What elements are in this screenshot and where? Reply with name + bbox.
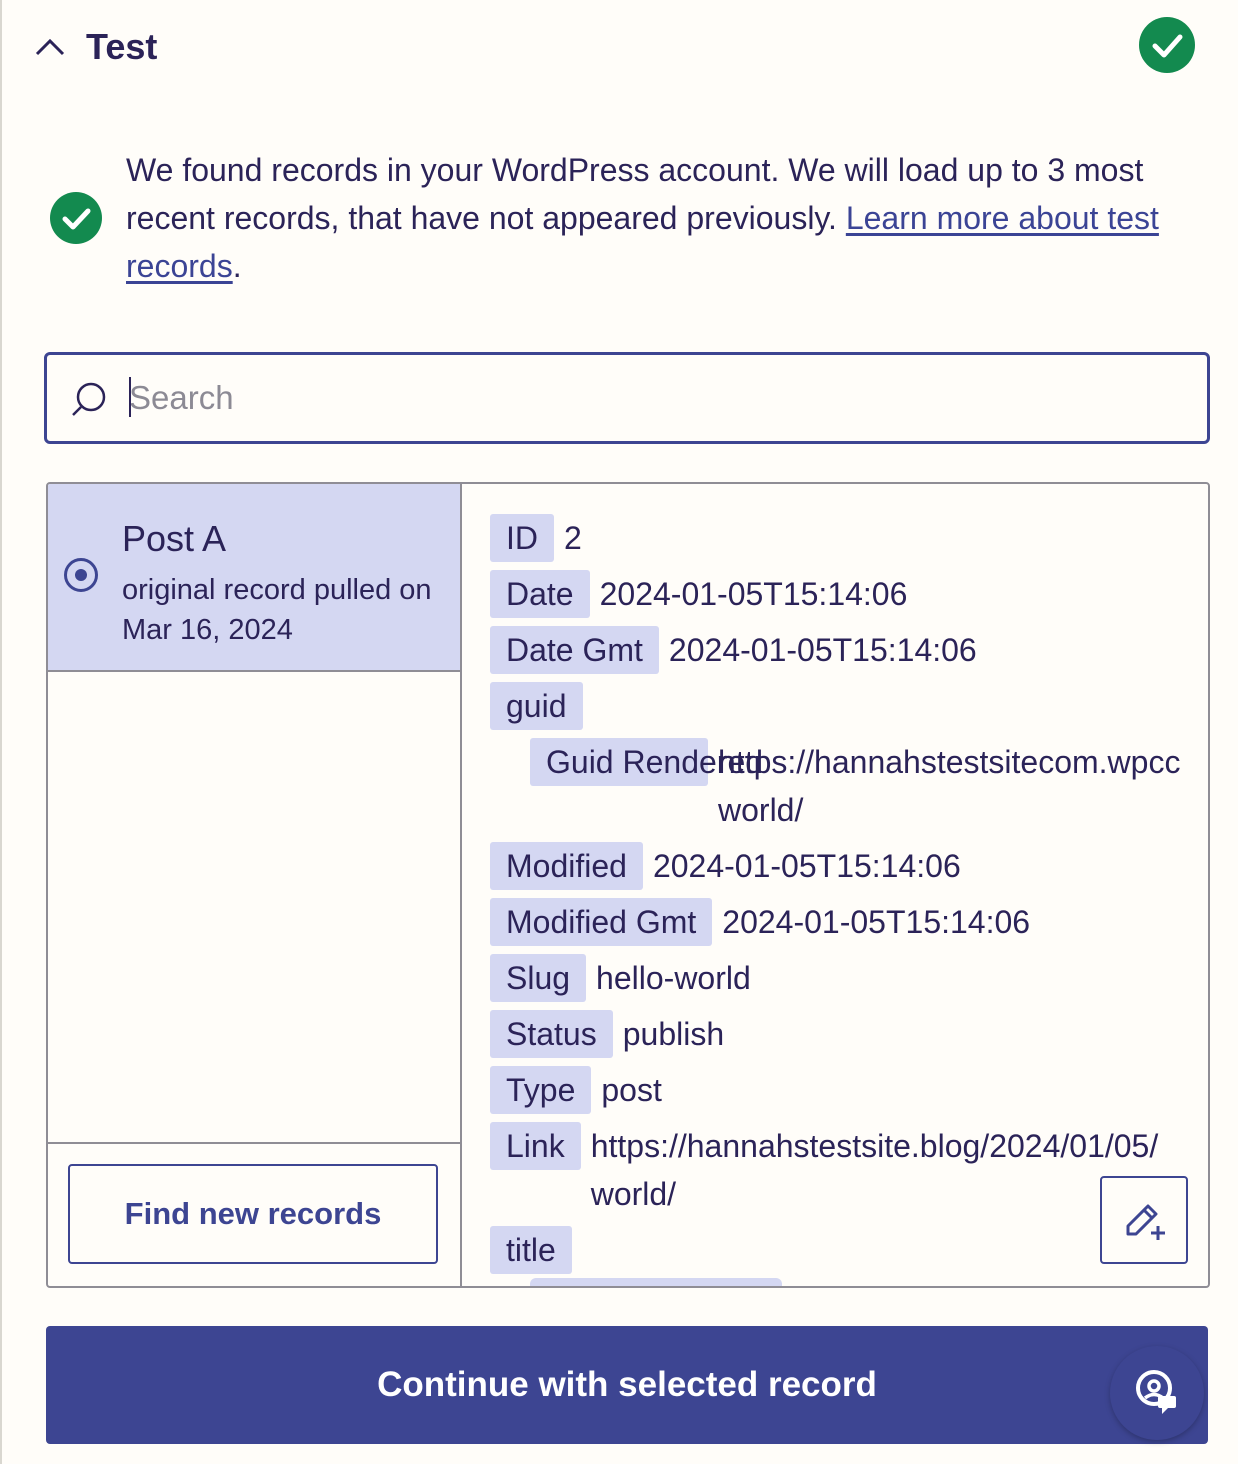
field-value-line: world/ [718,792,804,828]
search-box[interactable] [44,352,1210,444]
edit-button[interactable] [1100,1176,1188,1264]
field-row: Slug hello-world [490,954,751,1002]
field-value-line: world/ [590,1176,677,1212]
field-row: Date 2024-01-05T15:14:06 [490,570,907,618]
field-row: title [490,1226,582,1274]
records-found-message: We found records in your WordPress accou… [126,146,1216,290]
field-key: Date Gmt [490,626,659,674]
field-key: Modified Gmt [490,898,713,946]
record-title: Post A [122,518,227,559]
field-row: guid [490,682,593,730]
help-chat-icon [1136,1370,1176,1414]
field-value: publish [622,1016,725,1052]
field-value-line: https://hannahstestsitecom.wpcc [718,744,1181,780]
find-new-records-button[interactable]: Find new records [68,1164,438,1264]
help-chat-button[interactable] [1110,1346,1204,1440]
edit-plus-icon [1126,1204,1165,1240]
records-panel: Post A original record pulled on Mar 16,… [46,482,1210,1288]
field-row: Date Gmt 2024-01-05T15:14:06 [490,626,977,674]
chevron-up-icon[interactable] [34,34,66,58]
text-caret [129,377,131,417]
field-key: Type [490,1066,592,1114]
record-list: Post A original record pulled on Mar 16,… [48,484,462,1286]
check-circle-icon [50,192,102,244]
field-row: Modified Gmt 2024-01-05T15:14:06 [490,898,1030,946]
message-trailing: . [232,248,242,284]
field-value: hello-world [596,960,751,996]
record-item[interactable]: Post A original record pulled on Mar 16,… [48,484,460,672]
field-key: Modified [490,842,643,890]
record-subtitle: original record pulled on Mar 16, 2024 [122,574,432,646]
field-key: Link [490,1122,581,1170]
field-row-nested: Guid Rendered https://hannahstestsitecom… [530,738,1180,834]
check-circle-icon [1139,17,1195,73]
field-row: Link https://hannahstestsite.blog/2024/0… [490,1122,1158,1218]
field-key: title [490,1226,572,1274]
field-row: Type post [490,1066,662,1114]
field-value: https://hannahstestsite.blog/2024/01/05/… [591,1122,1159,1218]
field-row: Modified 2024-01-05T15:14:06 [490,842,961,890]
field-value: 2 [564,520,582,556]
field-key-clipped [530,1278,782,1286]
field-key: ID [490,514,554,562]
field-key: Guid Rendered [530,738,763,786]
field-key: guid [490,682,583,730]
field-value: 2024-01-05T15:14:06 [668,632,977,668]
record-detail[interactable]: ID 2 Date 2024-01-05T15:14:06 Date Gmt 2… [462,484,1208,1286]
field-value: 2024-01-05T15:14:06 [722,904,1031,940]
field-key: Slug [490,954,587,1002]
field-key: Date [490,570,590,618]
field-key: Status [490,1010,613,1058]
test-section-header[interactable]: Test [0,0,1238,100]
record-list-footer: Find new records [48,1142,460,1286]
field-value: https://hannahstestsitecom.wpcc world/ [718,738,1180,834]
panel-edge [0,0,2,1464]
field-value-line: https://hannahstestsite.blog/2024/01/05/ [590,1128,1159,1164]
field-value: post [601,1072,662,1108]
field-row: ID 2 [490,514,582,562]
field-value: 2024-01-05T15:14:06 [652,848,961,884]
search-input[interactable] [129,371,1189,425]
field-value: 2024-01-05T15:14:06 [599,576,908,612]
record-radio[interactable] [64,558,98,592]
continue-button[interactable]: Continue with selected record [46,1326,1208,1444]
field-row: Status publish [490,1010,724,1058]
section-title: Test [86,26,158,67]
search-icon [72,382,106,416]
